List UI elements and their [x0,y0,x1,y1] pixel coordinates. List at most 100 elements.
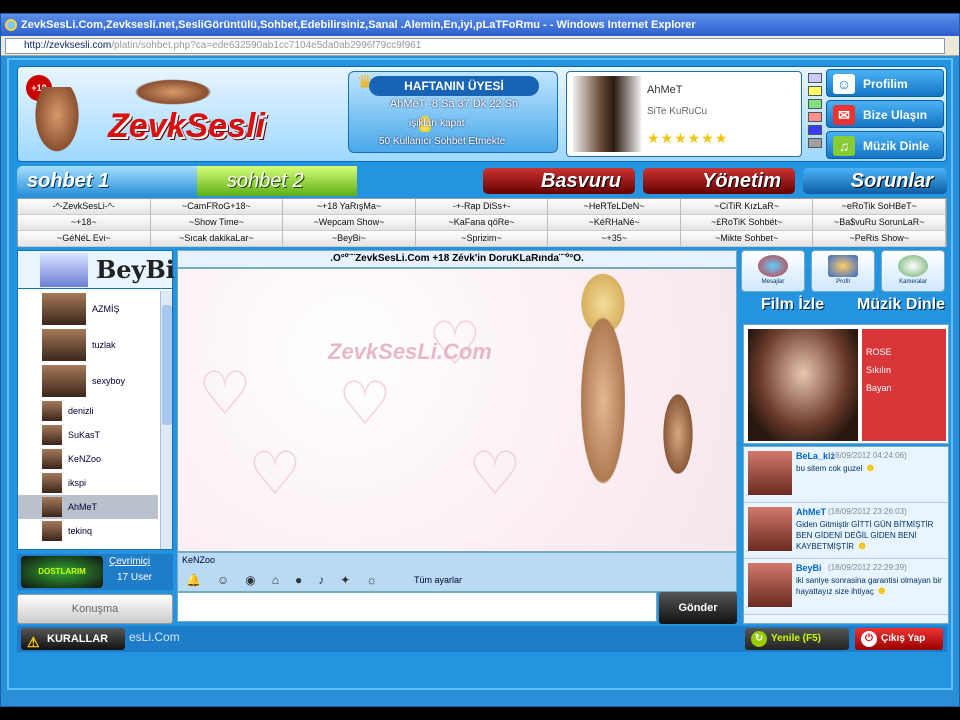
speak-button[interactable]: Konuşma [17,594,173,624]
lights-off-link[interactable]: işikları kapat [409,118,465,129]
menu-item[interactable]: ~KaFana qöRe~ [415,215,549,231]
ie-icon [5,19,17,31]
message-feed: BeLa_kiz (18/09/2012 04:24:06) bu sitem co… [743,446,949,624]
refresh-button[interactable]: ↻ Yenile (F5) [745,628,849,650]
menu-item[interactable]: ~CiTiR KızLaR~ [680,199,814,215]
all-settings-link[interactable]: Tüm ayarlar [414,575,462,585]
toolbar-icons: 🔔☺◉⌂●♪✦☼ [186,573,393,587]
menu-item[interactable]: -+-Rap DiSs+- [415,199,549,215]
heart-decoration: ♡ [198,360,252,427]
rules-button[interactable]: ⚠ KURALLAR [21,628,125,650]
rules-button-label: KURALLAR [47,633,109,645]
color-swatch[interactable] [808,138,822,148]
settings-icon[interactable]: ☼ [366,573,393,587]
message-input[interactable] [177,592,657,622]
user-list-item[interactable]: KeNZoo [18,447,158,471]
chat-bubble-icon [758,255,788,277]
message-author[interactable]: AhMeT [796,507,826,517]
logout-button[interactable]: ⏻ Çıkış Yap [855,628,943,650]
current-user[interactable]: BeyBi [18,251,175,289]
color-swatch[interactable] [808,112,822,122]
tab-sohbet-2[interactable]: sohbet 2 [197,166,357,196]
color-swatch[interactable] [808,73,822,83]
media-links: Film İzle Müzik Dinle [741,296,947,318]
menu-item[interactable]: ~Sprizim~ [415,231,549,247]
contact-button[interactable]: ✉ Bize Ulaşın [826,100,944,128]
message-avatar[interactable] [748,451,792,495]
sorunlar-button[interactable]: Sorunlar [803,168,947,194]
menu-item[interactable]: ~£RoTiK Sohbét~ [680,215,814,231]
menu-item[interactable]: ~Mikte Sohbet~ [680,231,814,247]
menu-item[interactable]: ~Show Time~ [150,215,284,231]
messages-button[interactable]: Mesajlar [741,250,805,292]
user-list-item[interactable]: denizli [18,399,158,423]
cameras-button[interactable]: Kameralar [881,250,945,292]
address-bar: http://zevksesli.com/platin/sohbet.php?c… [1,36,959,56]
window-titlebar: ZevkSesLi.Com,Zevksesli.net,SesliGörüntü… [1,14,959,36]
music-button[interactable]: ♫ Müzik Dinle [826,131,944,159]
color-swatch[interactable] [808,99,822,109]
user-list-item[interactable]: SuKasT [18,423,158,447]
menu-item[interactable]: ~Ba$vuRu SorunLaR~ [813,215,947,231]
message-author[interactable]: BeyBi [796,563,822,573]
yonetim-button[interactable]: Yönetim [643,168,795,194]
profile-card[interactable]: ROSE Sıkılın Bayan [743,324,949,444]
profile-view-button[interactable]: Profil [811,250,875,292]
scrollbar-thumb[interactable] [162,305,172,425]
menu-item[interactable]: ~+18~ [18,215,151,231]
menu-item[interactable]: ~PeRis Show~ [813,231,947,247]
record-icon[interactable]: ● [295,573,318,587]
menu-item[interactable]: ~+35~ [548,231,681,247]
smiley-icon[interactable]: ☺ [217,573,245,587]
user-list-item[interactable]: tekinq [18,519,158,543]
message-avatar[interactable] [748,563,792,607]
featured-member[interactable]: AhMeT SiTe KuRuCu ★★★★★★ [566,71,802,157]
color-swatch[interactable] [808,125,822,135]
film-link[interactable]: Film İzle [761,296,824,314]
chat-watermark: ZevkSesLi.Com [328,339,492,364]
send-button[interactable]: Gönder [659,592,737,624]
bell-icon[interactable]: 🔔 [186,573,217,587]
online-label[interactable]: Çevrimiçi [109,556,150,567]
menu-item[interactable]: -^-ZevkSesLi-^- [18,199,151,215]
menu-item[interactable]: ~eRoTik SoHBeT~ [813,199,947,215]
menu-item[interactable]: ~Sıcak dakikaLar~ [150,231,284,247]
home-icon[interactable]: ⌂ [272,573,295,587]
users-chatting: 50 Kullanıcı Sohbet Etmekte [379,136,506,147]
profile-gender: Bayan [866,383,892,393]
color-swatch[interactable] [808,86,822,96]
message-avatar[interactable] [748,507,792,551]
color-swatches [808,73,824,155]
url-field[interactable]: http://zevksesli.com/platin/sohbet.php?c… [5,38,945,54]
calendar-icon [828,255,858,277]
user-list-item[interactable]: tuzlak [18,327,158,363]
week-member-title: HAFTANIN ÜYESİ [369,76,539,96]
user-avatar [42,521,62,541]
menu-item[interactable]: ~KéRHaNé~ [548,215,681,231]
menu-item[interactable]: ~Wepcam Show~ [283,215,416,231]
current-user-avatar [40,253,88,287]
message-time: (18/09/2012 22:29:39) [828,563,907,572]
profile-button[interactable]: ☺ Profilim [826,69,944,97]
user-list-item[interactable]: AhMeT [18,495,158,519]
mic-icon[interactable]: ♪ [318,573,340,587]
menu-item[interactable]: ~HeRTeLDeN~ [548,199,681,215]
gift-icon[interactable]: ✦ [340,573,366,587]
user-list-item[interactable]: sexyboy [18,363,158,399]
basvuru-button[interactable]: Basvuru [483,168,635,194]
user-list-item[interactable]: AZMİŞ [18,291,158,327]
camera-icon[interactable]: ◉ [245,573,271,587]
smiley-icon: ☻ [864,462,877,474]
user-list-scrollbar[interactable] [160,291,172,549]
site-logo[interactable]: ZevkSesli [108,107,265,146]
featured-member-photo [573,76,641,152]
music-link[interactable]: Müzik Dinle [857,296,945,314]
tab-sohbet-1[interactable]: sohbet 1 [17,166,197,196]
vip-badge[interactable]: DOSTLARIM [21,556,103,588]
user-list-item[interactable]: ikspi [18,471,158,495]
menu-item[interactable]: ~BeyBi~ [283,231,416,247]
menu-item[interactable]: ~CamFRoG+18~ [150,199,284,215]
menu-item[interactable]: ~+18 YaRışMa~ [283,199,416,215]
menu-item[interactable]: ~GéNéL Evi~ [18,231,151,247]
refresh-button-label: Yenile (F5) [771,633,822,644]
